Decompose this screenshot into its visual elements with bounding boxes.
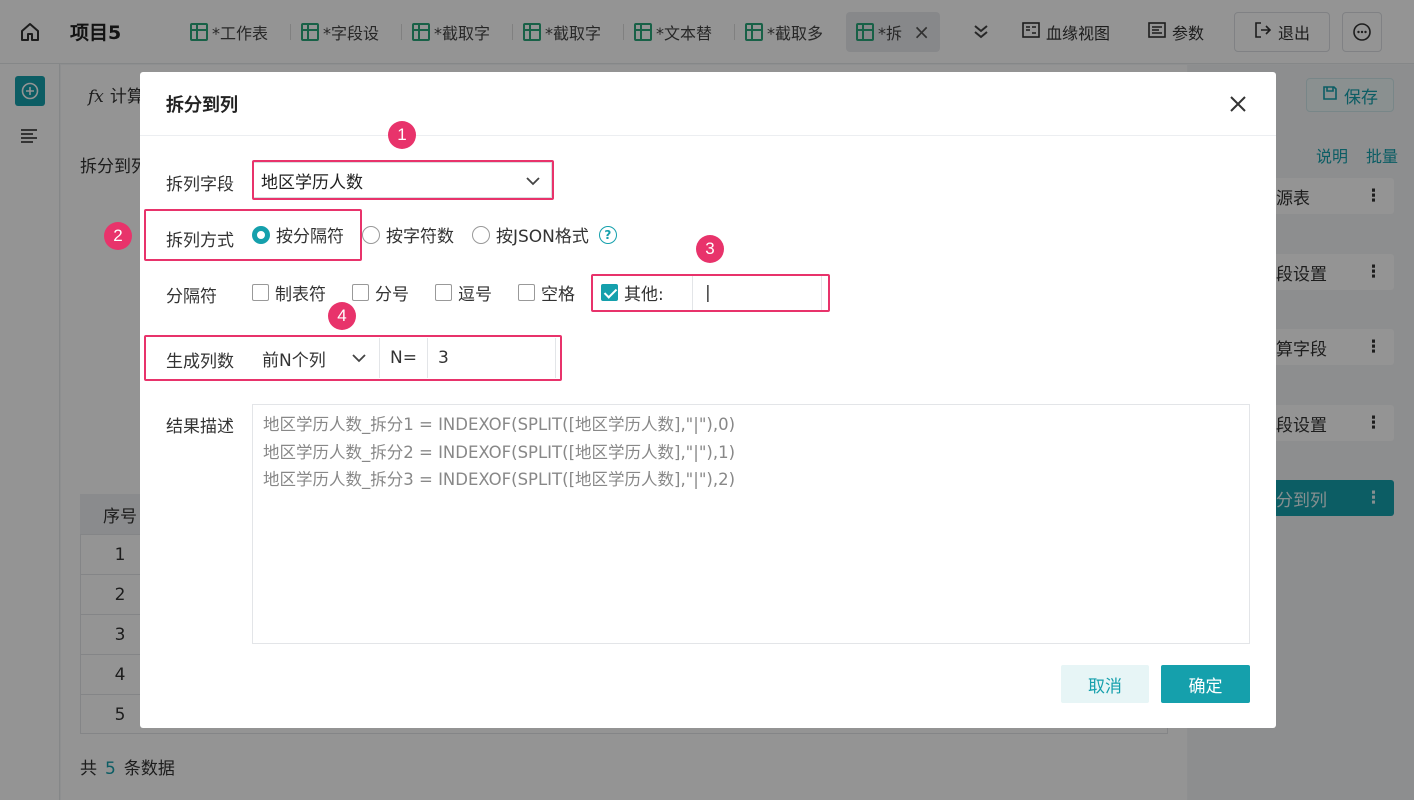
checkbox-space[interactable]: 空格 (518, 280, 575, 305)
cancel-button[interactable]: 取消 (1061, 665, 1149, 703)
result-label: 结果描述 (166, 417, 234, 437)
checkbox-semicolon[interactable]: 分号 (352, 280, 409, 305)
close-icon[interactable] (1226, 92, 1250, 116)
highlight-box-1 (252, 160, 554, 200)
annotation-marker-3: 3 (696, 235, 724, 263)
annotation-marker-4: 4 (328, 302, 356, 330)
highlight-box-2 (144, 209, 362, 261)
dialog-header: 拆分到列 (140, 72, 1276, 136)
radio-off (362, 225, 380, 244)
dialog-title: 拆分到列 (166, 94, 238, 116)
result-line: 地区学历人数_拆分1 = INDEXOF(SPLIT([地区学历人数],"|")… (263, 415, 736, 434)
radio-off (472, 225, 490, 244)
highlight-box-4 (144, 335, 562, 381)
help-icon[interactable]: ? (598, 225, 617, 244)
result-line: 地区学历人数_拆分3 = INDEXOF(SPLIT([地区学历人数],"|")… (263, 470, 736, 489)
confirm-button[interactable]: 确定 (1161, 665, 1250, 703)
delimiter-label: 分隔符 (166, 287, 217, 307)
annotation-marker-2: 2 (104, 222, 132, 250)
result-description: 地区学历人数_拆分1 = INDEXOF(SPLIT([地区学历人数],"|")… (252, 404, 1250, 644)
highlight-box-3 (591, 274, 830, 312)
radio-json[interactable]: 按JSON格式 (472, 222, 589, 247)
checkbox-tab[interactable]: 制表符 (252, 280, 326, 305)
field-label: 拆列字段 (166, 175, 234, 195)
radio-char-count[interactable]: 按字符数 (362, 222, 454, 247)
annotation-marker-1: 1 (388, 121, 416, 149)
checkbox-comma[interactable]: 逗号 (435, 280, 492, 305)
result-line: 地区学历人数_拆分2 = INDEXOF(SPLIT([地区学历人数],"|")… (263, 442, 736, 462)
